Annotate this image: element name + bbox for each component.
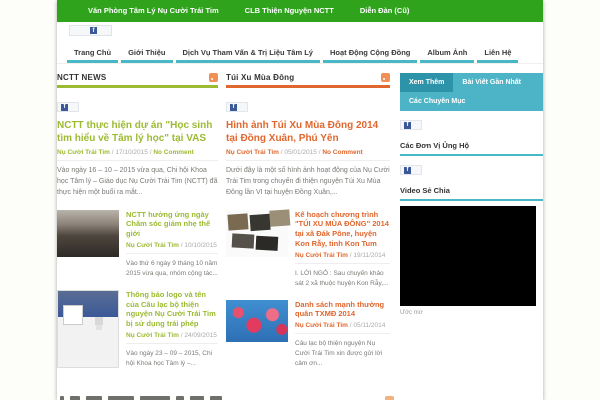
cutoff-rss-icon: [385, 396, 394, 400]
social-strip: f: [57, 22, 543, 39]
article-meta: Nụ Cười Trái Tim / 10/10/2015: [126, 242, 218, 249]
article-thumbnail-facebook-screenshot[interactable]: [57, 289, 119, 368]
topbar-item-clb[interactable]: CLB Thiện Nguyện NCTT: [232, 0, 347, 22]
content-area: NCTT NEWS f NCTT thực hiện dự án "Học si…: [57, 64, 543, 369]
video-section: Video Sẻ Chia Ước mơ: [400, 186, 543, 316]
tab-cac-chuyen-muc[interactable]: Các Chuyên Mục: [400, 92, 543, 111]
article-excerpt: Vào ngày 23 – 09 – 2015, Chi hội Khoa họ…: [126, 349, 213, 367]
facebook-icon: f: [230, 103, 237, 111]
topbar-item-dien-dan[interactable]: Diễn Đàn (Cũ): [347, 0, 423, 22]
sidebar: Xem Thêm Bài Viết Gần Nhất Các Chuyên Mụ…: [400, 73, 543, 369]
article-title[interactable]: Hình ảnh Túi Xu Mùa Đông 2014 tại Đồng X…: [226, 120, 390, 145]
topbar-item-van-phong[interactable]: Văn Phòng Tâm Lý Nụ Cười Trái Tim: [75, 0, 232, 22]
article-date: 05/01/2015: [284, 149, 317, 156]
article-meta: Nụ Cười Trái Tim / 05/01/2015 / No Comme…: [226, 149, 390, 156]
divider: [226, 85, 390, 88]
article-thumbnail-group-photo[interactable]: [57, 209, 119, 257]
divider: [226, 160, 390, 161]
facebook-like-widget[interactable]: f: [226, 102, 248, 112]
tab-bai-viet-gan-nhat[interactable]: Bài Viết Gần Nhất: [453, 73, 530, 92]
article-date: 05/11/2014: [353, 322, 386, 330]
article-list-item: Thông báo logo và tên của Câu lạc bộ thi…: [57, 289, 218, 369]
tab-xem-them[interactable]: Xem Thêm: [400, 73, 454, 92]
article-date: 24/09/2015: [184, 331, 217, 339]
facebook-icon: f: [404, 121, 411, 129]
divider: [57, 160, 218, 161]
column-title-tui-xu: Túi Xu Mùa Đông: [226, 73, 295, 82]
author-link[interactable]: Nụ Cười Trái Tim: [295, 322, 348, 329]
main-navigation: Trang Chủ Giới Thiệu Dịch Vụ Tham Vấn & …: [57, 39, 543, 64]
facebook-icon: f: [90, 27, 97, 34]
cutoff-article-title: [60, 395, 390, 400]
comments-link[interactable]: No Comment: [153, 149, 193, 156]
facebook-like-widget[interactable]: f: [69, 25, 112, 36]
divider: [295, 333, 390, 335]
article-date: 10/10/2015: [184, 241, 217, 249]
article-title[interactable]: Thông báo logo và tên của Câu lạc bộ thi…: [126, 290, 218, 329]
top-menu-bar: Văn Phòng Tâm Lý Nụ Cười Trái Tim CLB Th…: [57, 0, 543, 22]
featured-article: NCTT thực hiện dự án "Học sinh tìm hiểu …: [57, 120, 218, 199]
facebook-like-widget[interactable]: f: [400, 120, 422, 130]
article-excerpt: Dưới đây là một số hình ảnh hoạt động củ…: [226, 167, 390, 196]
article-meta: Nụ Cười Trái Tim / 24/09/2015: [126, 332, 218, 339]
article-date: 19/11/2014: [353, 251, 386, 259]
rss-icon[interactable]: [381, 73, 390, 82]
article-date: 17/10/2015: [115, 149, 148, 156]
article-title[interactable]: NCTT thực hiện dự án "Học sinh tìm hiểu …: [57, 120, 218, 145]
divider: [126, 252, 218, 254]
article-meta: Nụ Cười Trái Tim / 19/11/2014: [295, 252, 390, 259]
article-thumbnail-flowers[interactable]: [226, 299, 288, 342]
supporters-section: Các Đơn Vị Ủng Hộ: [400, 141, 543, 156]
column-tui-xu-mua-dong: Túi Xu Mùa Đông f Hình ảnh Túi Xu Mùa Đô…: [226, 73, 390, 369]
article-meta: Nụ Cười Trái Tim / 05/11/2014: [295, 322, 390, 329]
facebook-icon: f: [404, 166, 411, 174]
article-excerpt: Vào ngày 16 – 10 – 2015 vừa qua, Chi hội…: [57, 167, 218, 196]
video-caption: Ước mơ: [400, 310, 423, 316]
divider: [295, 262, 390, 264]
article-list-item: NCTT hưởng ứng ngày Chăm sóc giảm nhẹ th…: [57, 209, 218, 279]
article-excerpt: Vào thứ 6 ngày 9 tháng 10 năm 2015 vừa q…: [126, 259, 218, 277]
sidebar-tabs: Xem Thêm Bài Viết Gần Nhất Các Chuyên Mụ…: [400, 73, 543, 111]
column-title-nctt-news: NCTT NEWS: [57, 73, 107, 82]
video-heading: Video Sẻ Chia: [400, 186, 450, 195]
author-link[interactable]: Nụ Cười Trái Tim: [126, 242, 179, 249]
facebook-icon: f: [61, 103, 68, 111]
divider: [126, 342, 218, 344]
article-excerpt: Câu lạc bộ thiện nguyện Nụ Cười Trái Tim…: [295, 340, 383, 368]
article-title[interactable]: NCTT hưởng ứng ngày Chăm sóc giảm nhẹ th…: [126, 210, 218, 239]
rss-icon[interactable]: [209, 73, 218, 82]
nav-item-gioi-thieu[interactable]: Giới Thiệu: [121, 44, 173, 63]
video-player[interactable]: [400, 206, 536, 306]
article-excerpt: I. LỜI NGỎ : Sau chuyến khảo sát 2 xã th…: [295, 269, 389, 287]
nav-item-album-anh[interactable]: Album Ảnh: [420, 44, 475, 63]
supporters-heading: Các Đơn Vị Ủng Hộ: [400, 141, 470, 150]
nav-item-hoat-dong[interactable]: Hoạt Động Cộng Đồng: [322, 44, 418, 63]
divider: [57, 85, 218, 88]
article-meta: Nụ Cười Trái Tim / 17/10/2015 / No Comme…: [57, 149, 218, 156]
nav-item-dich-vu[interactable]: Dịch Vụ Tham Vấn & Trị Liệu Tâm Lý: [175, 44, 320, 63]
featured-article: Hình ảnh Túi Xu Mùa Đông 2014 tại Đồng X…: [226, 120, 390, 199]
page-container: Văn Phòng Tâm Lý Nụ Cười Trái Tim CLB Th…: [57, 0, 543, 400]
article-list-item: Kế hoạch chương trình "TÚI XU MÙA ĐÔNG" …: [226, 209, 390, 289]
divider: [400, 199, 543, 201]
facebook-like-widget[interactable]: f: [400, 165, 422, 175]
comments-link[interactable]: No Comment: [322, 149, 362, 156]
nav-item-lien-he[interactable]: Liên Hệ: [477, 44, 519, 63]
facebook-like-widget[interactable]: f: [57, 102, 79, 112]
divider: [400, 154, 543, 156]
author-link[interactable]: Nụ Cười Trái Tim: [57, 149, 110, 156]
article-thumbnail-collage[interactable]: [226, 209, 288, 257]
article-title[interactable]: Kế hoạch chương trình "TÚI XU MÙA ĐÔNG" …: [295, 210, 390, 249]
article-list-item: Danh sách mạnh thường quân TXMĐ 2014 Nụ …: [226, 299, 390, 370]
column-nctt-news: NCTT NEWS f NCTT thực hiện dự án "Học si…: [57, 73, 218, 369]
author-link[interactable]: Nụ Cười Trái Tim: [226, 149, 279, 156]
author-link[interactable]: Nụ Cười Trái Tim: [126, 332, 179, 339]
article-title[interactable]: Danh sách mạnh thường quân TXMĐ 2014: [295, 300, 390, 320]
nav-item-trang-chu[interactable]: Trang Chủ: [67, 44, 119, 63]
author-link[interactable]: Nụ Cười Trái Tim: [295, 252, 348, 259]
